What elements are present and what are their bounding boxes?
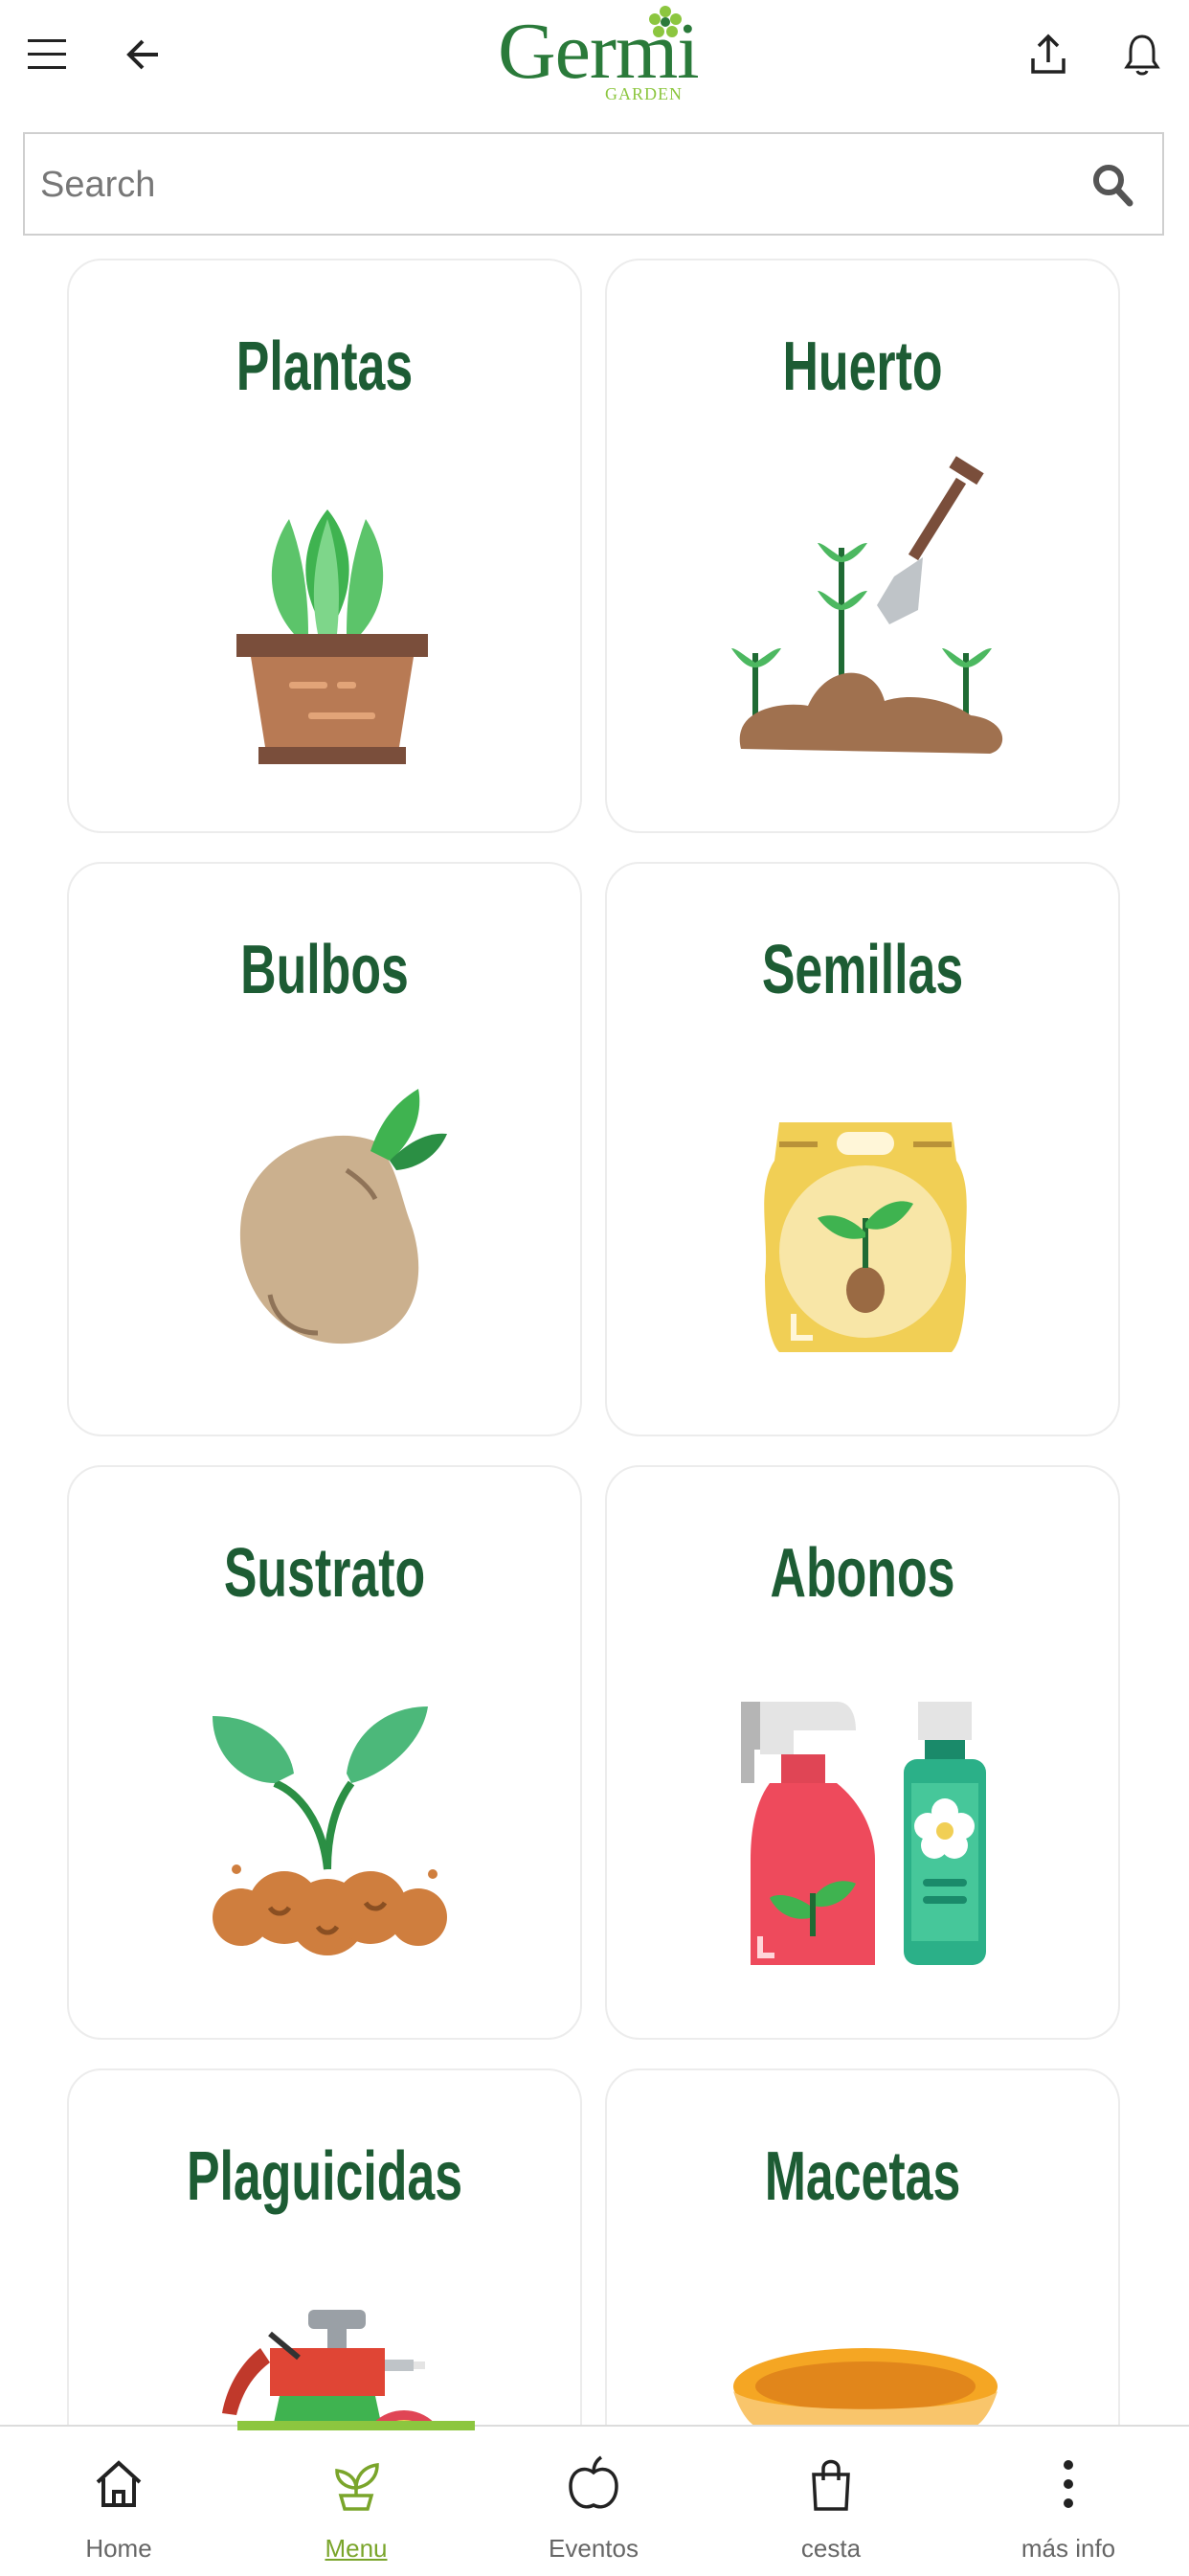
garden-shovel-icon xyxy=(731,456,1003,754)
category-title: Plantas xyxy=(236,328,414,405)
category-card-plaguicidas[interactable]: Plaguicidas xyxy=(67,2068,582,2425)
category-title: Sustrato xyxy=(223,1535,426,1612)
nav-label: cesta xyxy=(800,2534,862,2563)
nav-item-menu[interactable]: Menu xyxy=(237,2427,475,2576)
category-card-huerto[interactable]: Huerto xyxy=(605,259,1120,833)
bell-icon[interactable] xyxy=(1109,21,1176,88)
pesticide-sprayer-icon xyxy=(222,2310,437,2425)
nav-item-home[interactable]: Home xyxy=(0,2427,237,2576)
category-title: Macetas xyxy=(764,2138,961,2215)
hamburger-icon[interactable] xyxy=(13,21,80,88)
home-icon xyxy=(96,2460,142,2507)
search-input[interactable] xyxy=(38,134,1076,236)
app-header: Germi GARDEN xyxy=(0,0,1189,124)
category-card-abonos[interactable]: Abonos xyxy=(605,1465,1120,2040)
arrow-left-icon[interactable] xyxy=(109,21,176,88)
nav-item-cesta[interactable]: cesta xyxy=(712,2427,950,2576)
category-grid: Plantas Huerto Bulbos Semillas Sustrato … xyxy=(0,259,1189,2425)
category-title: Huerto xyxy=(782,328,943,405)
more-vertical-icon xyxy=(1064,2460,1073,2508)
category-card-plantas[interactable]: Plantas xyxy=(67,259,582,833)
upload-icon[interactable] xyxy=(1015,21,1082,88)
search-bar xyxy=(23,132,1164,236)
category-title: Bulbos xyxy=(240,932,409,1008)
nav-label: Eventos xyxy=(549,2534,639,2563)
search-icon[interactable] xyxy=(1091,163,1133,207)
nav-label: más info xyxy=(1021,2534,1116,2563)
potted-plant-icon xyxy=(236,509,428,764)
category-title: Semillas xyxy=(761,932,964,1008)
nav-item-mas-info[interactable]: más info xyxy=(950,2427,1187,2576)
sprout-icon xyxy=(335,2463,379,2511)
fertilizer-bottles-icon xyxy=(741,1702,986,1965)
logo-subtext: GARDEN xyxy=(605,84,683,103)
category-title: Abonos xyxy=(770,1535,955,1612)
shopping-bag-icon xyxy=(812,2459,850,2511)
nav-item-eventos[interactable]: Eventos xyxy=(475,2427,712,2576)
nav-label: Menu xyxy=(325,2534,388,2563)
category-title: Plaguicidas xyxy=(186,2138,463,2215)
flower-icon xyxy=(649,6,682,37)
pot-icon xyxy=(733,2348,998,2425)
nav-label: Home xyxy=(85,2534,152,2563)
bulb-icon xyxy=(239,1089,447,1344)
apple-icon xyxy=(569,2455,618,2509)
sprout-soil-icon xyxy=(213,1706,447,1955)
category-card-semillas[interactable]: Semillas xyxy=(605,862,1120,1436)
category-card-bulbos[interactable]: Bulbos xyxy=(67,862,582,1436)
category-card-macetas[interactable]: Macetas xyxy=(605,2068,1120,2425)
brand-logo[interactable]: Germi GARDEN xyxy=(498,4,708,109)
seed-bag-icon xyxy=(764,1122,967,1352)
bottom-navigation: Home Menu Eventos cesta más info xyxy=(0,2421,1189,2576)
category-card-sustrato[interactable]: Sustrato xyxy=(67,1465,582,2040)
